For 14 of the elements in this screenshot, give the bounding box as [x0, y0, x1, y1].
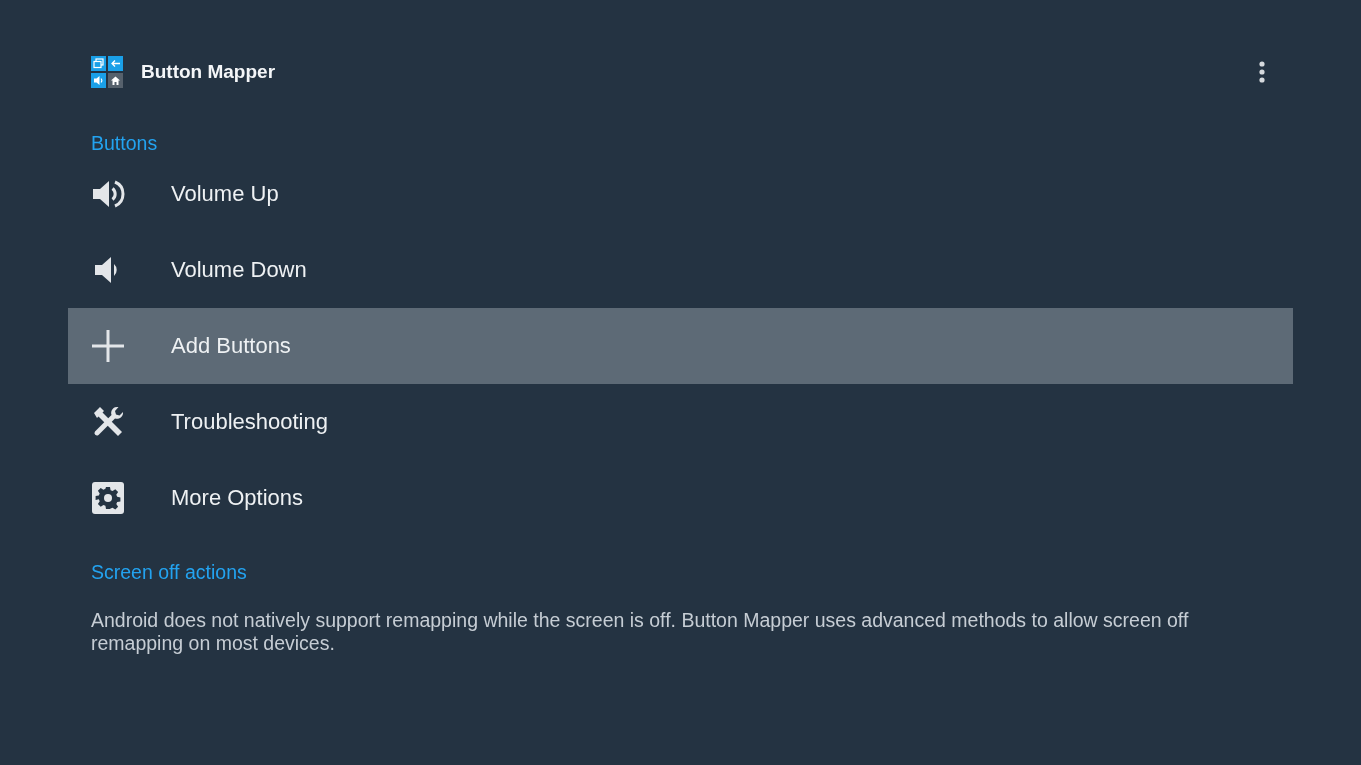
app-logo-icon: [91, 56, 123, 88]
plus-icon: [91, 329, 125, 363]
description-text: Android does not natively support remapping while the screen is off. Button Mapper uses advanced methods to allow screen off remapping on most devices.: [91, 609, 1190, 655]
menu-item[interactable]: Volume Down: [68, 232, 1293, 308]
more-options-icon[interactable]: [1259, 61, 1265, 83]
gear-box-icon: [91, 481, 125, 515]
section-header: Buttons: [91, 131, 158, 155]
menu-item[interactable]: More Options: [68, 460, 1293, 536]
menu-item[interactable]: Troubleshooting: [68, 384, 1293, 460]
menu-item[interactable]: Add Buttons: [68, 308, 1293, 384]
menu-item[interactable]: Volume Up: [68, 156, 1293, 232]
wrench-hammer-icon: [91, 405, 125, 439]
app-title: Button Mapper: [141, 60, 276, 84]
section-header: Screen off actions: [91, 560, 247, 584]
